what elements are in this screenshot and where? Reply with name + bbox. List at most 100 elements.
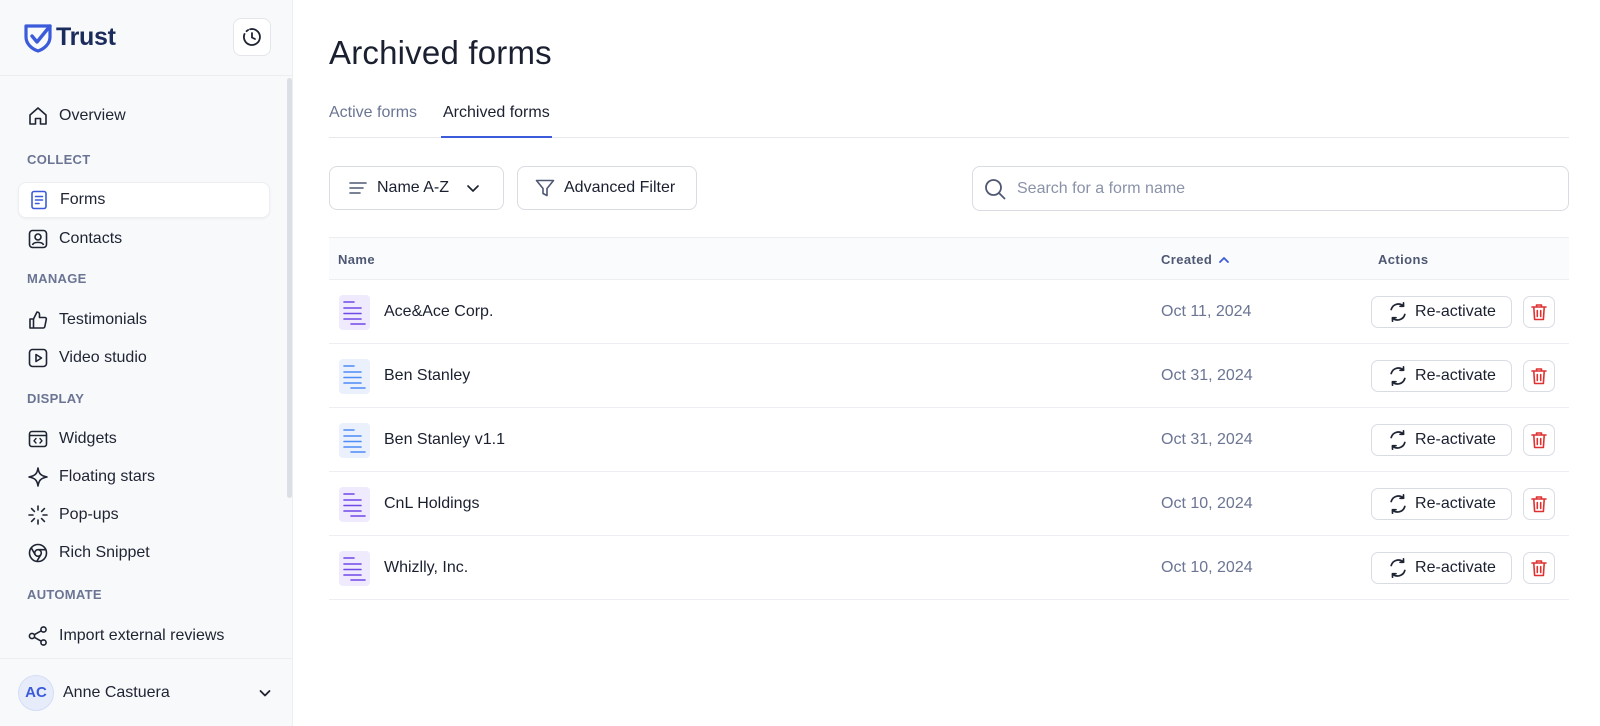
filter-funnel-icon — [535, 179, 555, 197]
brand-logo[interactable]: Trust — [24, 23, 116, 53]
section-manage: MANAGE — [27, 271, 87, 286]
user-menu[interactable]: AC Anne Castuera — [0, 658, 293, 726]
brand-name: Trust — [56, 23, 116, 51]
reactivate-button[interactable]: Re-activate — [1371, 360, 1512, 392]
table-header: Name Created Actions — [329, 237, 1569, 280]
reactivate-button[interactable]: Re-activate — [1371, 296, 1512, 328]
section-automate: AUTOMATE — [27, 587, 102, 602]
trash-icon — [1531, 560, 1547, 577]
section-collect: COLLECT — [27, 152, 91, 167]
tab-archived-forms[interactable]: Archived forms — [441, 104, 552, 138]
thumbs-up-icon — [29, 311, 48, 329]
sort-label: Name A-Z — [377, 179, 450, 196]
form-doc-icon — [339, 423, 370, 458]
table-row[interactable]: Ben Stanley Oct 31, 2024 Re-activate — [329, 344, 1569, 408]
contact-card-icon — [28, 229, 48, 249]
table-row[interactable]: CnL Holdings Oct 10, 2024 Re-activate — [329, 472, 1569, 536]
code-window-icon — [28, 430, 48, 448]
sidebar-item-rich-snippet[interactable]: Rich Snippet — [18, 535, 270, 571]
sidebar-item-label: Video studio — [59, 349, 147, 366]
column-header-name[interactable]: Name — [338, 252, 375, 267]
sidebar-item-popups[interactable]: Pop-ups — [18, 497, 270, 533]
shield-check-icon — [24, 23, 52, 53]
reactivate-label: Re-activate — [1415, 431, 1496, 448]
refresh-icon — [1390, 557, 1406, 579]
chevron-down-icon[interactable] — [257, 685, 273, 701]
advanced-filter-button[interactable]: Advanced Filter — [517, 166, 697, 210]
sidebar-item-label: Contacts — [59, 230, 123, 247]
reactivate-button[interactable]: Re-activate — [1371, 552, 1512, 584]
reactivate-label: Re-activate — [1415, 559, 1496, 576]
form-created-date: Oct 11, 2024 — [1161, 303, 1252, 320]
section-display: DISPLAY — [27, 391, 85, 406]
sidebar-scrollbar[interactable] — [287, 78, 292, 498]
table-body: Ace&Ace Corp. Oct 11, 2024 Re-activate B… — [329, 280, 1569, 600]
delete-button[interactable] — [1523, 360, 1555, 392]
home-icon — [29, 107, 47, 125]
sidebar-item-widgets[interactable]: Widgets — [18, 421, 270, 457]
form-name[interactable]: Whizlly, Inc. — [384, 559, 468, 577]
column-label: Actions — [1378, 252, 1429, 267]
share-nodes-icon — [28, 626, 47, 646]
sidebar-item-forms[interactable]: Forms — [18, 182, 270, 218]
refresh-icon — [1390, 429, 1406, 451]
form-created-date: Oct 10, 2024 — [1161, 495, 1253, 512]
sparkle-icon — [28, 467, 48, 487]
history-button[interactable] — [233, 18, 271, 56]
sort-dropdown[interactable]: Name A-Z — [329, 166, 504, 210]
delete-button[interactable] — [1523, 296, 1555, 328]
reactivate-button[interactable]: Re-activate — [1371, 424, 1512, 456]
form-name[interactable]: Ace&Ace Corp. — [384, 303, 493, 321]
form-name[interactable]: Ben Stanley — [384, 367, 470, 385]
delete-button[interactable] — [1523, 488, 1555, 520]
delete-button[interactable] — [1523, 424, 1555, 456]
history-icon — [243, 28, 261, 46]
search-box — [972, 166, 1569, 211]
form-name[interactable]: CnL Holdings — [384, 495, 479, 513]
avatar: AC — [18, 674, 54, 711]
sidebar-item-overview[interactable]: Overview — [18, 98, 270, 134]
reactivate-button[interactable]: Re-activate — [1371, 488, 1512, 520]
trash-icon — [1531, 368, 1547, 385]
form-doc-icon — [339, 295, 370, 330]
column-header-created[interactable]: Created — [1161, 252, 1230, 267]
loader-burst-icon — [28, 505, 48, 525]
trash-icon — [1531, 432, 1547, 449]
table-row[interactable]: Ace&Ace Corp. Oct 11, 2024 Re-activate — [329, 280, 1569, 344]
user-name: Anne Castuera — [63, 683, 170, 701]
page-title: Archived forms — [329, 34, 552, 71]
reactivate-label: Re-activate — [1415, 495, 1496, 512]
sort-lines-icon — [349, 182, 367, 194]
filter-label: Advanced Filter — [564, 179, 676, 196]
refresh-icon — [1390, 365, 1406, 387]
delete-button[interactable] — [1523, 552, 1555, 584]
sidebar-item-import-reviews[interactable]: Import external reviews — [18, 618, 270, 654]
form-doc-icon — [339, 359, 370, 394]
chrome-icon — [28, 543, 48, 563]
search-input[interactable] — [1017, 179, 1537, 198]
main-content: Archived forms Active forms Archived for… — [293, 0, 1600, 726]
tab-bar: Active forms Archived forms — [329, 96, 1569, 138]
sort-ascending-icon — [1219, 256, 1230, 263]
sidebar-item-floating-stars[interactable]: Floating stars — [18, 459, 270, 495]
form-doc-icon — [339, 551, 370, 586]
play-icon — [28, 348, 48, 368]
tab-active-forms[interactable]: Active forms — [329, 104, 417, 138]
form-created-date: Oct 10, 2024 — [1161, 559, 1253, 576]
sidebar-item-label: Rich Snippet — [59, 544, 150, 561]
sidebar-item-label: Widgets — [59, 430, 117, 447]
search-icon — [985, 178, 1006, 199]
reactivate-label: Re-activate — [1415, 367, 1496, 384]
sidebar-item-label: Floating stars — [59, 468, 156, 485]
table-row[interactable]: Whizlly, Inc. Oct 10, 2024 Re-activate — [329, 536, 1569, 600]
refresh-icon — [1390, 493, 1406, 515]
column-label: Name — [338, 252, 376, 267]
sidebar-item-video-studio[interactable]: Video studio — [18, 340, 270, 376]
form-name[interactable]: Ben Stanley v1.1 — [384, 431, 505, 449]
sidebar-item-label: Overview — [59, 107, 126, 124]
table-row[interactable]: Ben Stanley v1.1 Oct 31, 2024 Re-activat… — [329, 408, 1569, 472]
sidebar-item-testimonials[interactable]: Testimonials — [18, 302, 270, 338]
sidebar-item-contacts[interactable]: Contacts — [18, 221, 270, 257]
sidebar: Trust Overview COLLECT Forms Contacts MA… — [0, 0, 293, 726]
column-header-actions: Actions — [1378, 252, 1428, 267]
